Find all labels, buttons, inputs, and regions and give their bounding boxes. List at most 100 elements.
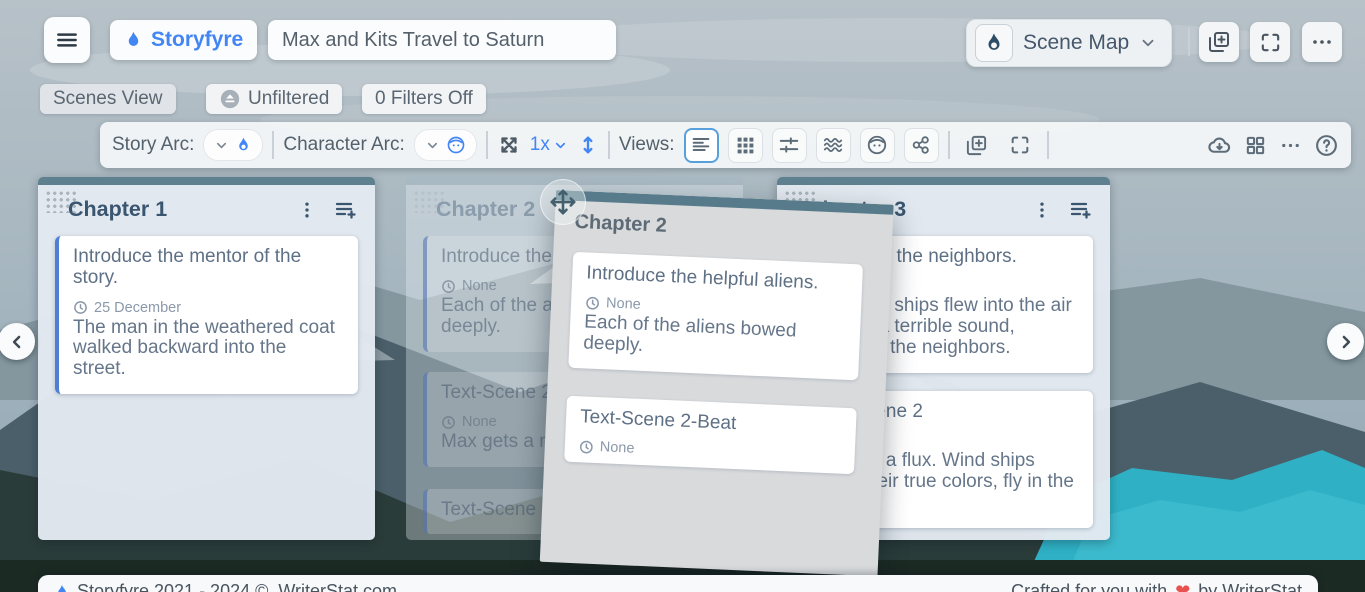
ellipsis-icon (1279, 134, 1302, 157)
arrows-vertical-icon (577, 133, 599, 157)
footer-credit-prefix: Crafted for you with (1011, 581, 1167, 592)
scene-date-text: None (599, 439, 634, 456)
filter-state-label: Unfiltered (248, 88, 329, 110)
clock-icon (73, 300, 88, 315)
footer-bar: Storyfyre 2021 - 2024 ©. WriterStat.com … (38, 575, 1318, 592)
hamburger-icon (54, 27, 80, 53)
toolbar-divider (948, 131, 950, 159)
help-button[interactable] (1314, 133, 1339, 158)
zoom-level-dropdown[interactable]: 1x (530, 134, 568, 156)
column-header: Chapter 1 (38, 185, 375, 230)
chapter-column-2-dragging[interactable]: Chapter 2 Introduce the helpful aliens. … (540, 190, 894, 576)
grid-3x3-icon (735, 135, 756, 156)
filters-count-pill[interactable]: 0 Filters Off (362, 84, 486, 114)
vertical-resize-button[interactable] (577, 133, 599, 157)
clock-icon (441, 415, 456, 430)
flame-icon (54, 582, 70, 592)
drag-move-handle[interactable] (540, 179, 586, 225)
view-list-button[interactable] (684, 128, 719, 163)
footer-credit: Crafted for you with ❤ by WriterStat (1011, 581, 1302, 592)
view-grid-button[interactable] (728, 128, 763, 163)
scene-date-text: None (606, 296, 641, 313)
add-scene-icon[interactable] (333, 198, 359, 222)
heart-icon: ❤ (1175, 581, 1190, 592)
scene-body: The man in the weathered coat walked bac… (73, 318, 344, 381)
filter-icon (219, 88, 241, 110)
fit-view-button[interactable] (497, 133, 521, 157)
column-drag-handle[interactable] (45, 190, 77, 213)
view-sliders-button[interactable] (772, 128, 807, 163)
character-arc-label: Character Arc: (283, 134, 404, 156)
scene-map-label: Scene Map (1023, 31, 1129, 55)
character-face-icon (866, 134, 888, 156)
scene-title: Introduce the helpful aliens. (586, 262, 849, 295)
clock-icon (441, 279, 456, 294)
view-relations-button[interactable] (904, 128, 939, 163)
grid-2x2-icon (1244, 134, 1267, 157)
filters-count-label: 0 Filters Off (375, 88, 473, 110)
duplicate-map-button[interactable] (1199, 22, 1239, 62)
duplicate-view-button[interactable] (959, 128, 994, 163)
cloud-sync-button[interactable] (1207, 133, 1232, 158)
zoom-level-value: 1x (530, 134, 550, 156)
flame-icon (235, 135, 252, 155)
character-face-icon (446, 135, 466, 155)
apps-grid-button[interactable] (1244, 134, 1267, 157)
project-title-field[interactable]: Max and Kits Travel to Saturn (268, 20, 616, 60)
flame-icon (983, 31, 1005, 55)
view-waves-button[interactable] (816, 128, 851, 163)
toolbar-more-button[interactable] (1279, 134, 1302, 157)
fullscreen-button[interactable] (1250, 22, 1290, 62)
help-icon (1314, 133, 1339, 158)
flame-icon (124, 28, 143, 52)
scene-title: Text-Scene 2-Beat (580, 406, 843, 439)
chevron-down-icon (425, 138, 440, 153)
relations-icon (910, 134, 932, 156)
align-left-list-icon (690, 134, 712, 156)
footer-copyright-text: Storyfyre 2021 - 2024 ©. WriterStat.com (77, 581, 397, 592)
storyfyre-logo[interactable]: Storyfyre (110, 20, 257, 60)
fullscreen-icon (1009, 134, 1031, 156)
app-window: Storyfyre Max and Kits Travel to Saturn … (0, 0, 1365, 592)
view-characters-button[interactable] (860, 128, 895, 163)
fullscreen-icon (1259, 31, 1282, 54)
fullscreen-view-button[interactable] (1003, 128, 1038, 163)
kebab-menu-icon[interactable] (1032, 200, 1052, 220)
views-label: Views: (619, 134, 675, 156)
story-arc-label: Story Arc: (112, 134, 194, 156)
footer-credit-suffix: by WriterStat (1198, 581, 1302, 592)
column-color-bar (38, 177, 375, 185)
scene-date-text: None (462, 278, 497, 294)
toolbar-divider (1047, 131, 1049, 159)
duplicate-icon (965, 134, 988, 157)
kebab-menu-icon[interactable] (297, 200, 317, 220)
scene-date-text: 25 December (94, 300, 181, 316)
scenes-view-label: Scenes View (53, 88, 163, 110)
character-arc-dropdown[interactable] (414, 129, 477, 161)
footer-copyright: Storyfyre 2021 - 2024 ©. WriterStat.com (54, 581, 397, 592)
waves-icon (822, 134, 844, 156)
duplicate-icon (1207, 30, 1231, 54)
chevron-right-icon (1336, 332, 1356, 352)
toolbar-divider (608, 131, 610, 159)
scene-map-toolbar: Story Arc: Character Arc: 1x Views: (100, 122, 1351, 168)
more-options-button[interactable] (1302, 22, 1342, 62)
chevron-down-icon (214, 138, 229, 153)
filter-state-pill[interactable]: Unfiltered (206, 84, 342, 114)
header-divider (1188, 28, 1190, 56)
scenes-view-pill[interactable]: Scenes View (40, 84, 176, 114)
scroll-right-button[interactable] (1327, 323, 1364, 360)
toolbar-right-group (1207, 133, 1339, 158)
menu-button[interactable] (44, 17, 90, 63)
scene-date: None (578, 439, 840, 466)
scene-card[interactable]: Text-Scene 2-Beat None (564, 396, 857, 475)
story-arc-dropdown[interactable] (203, 129, 263, 161)
ellipsis-icon (1310, 30, 1334, 54)
chevron-left-icon (7, 332, 27, 352)
logo-text: Storyfyre (151, 28, 243, 52)
scene-card[interactable]: Introduce the helpful aliens. None Each … (568, 252, 863, 381)
add-scene-icon[interactable] (1068, 198, 1094, 222)
scene-card[interactable]: Introduce the mentor of the story. 25 De… (55, 236, 358, 394)
scene-map-selector[interactable]: Scene Map (966, 19, 1172, 67)
chapter-title: Chapter 2 (574, 211, 877, 247)
